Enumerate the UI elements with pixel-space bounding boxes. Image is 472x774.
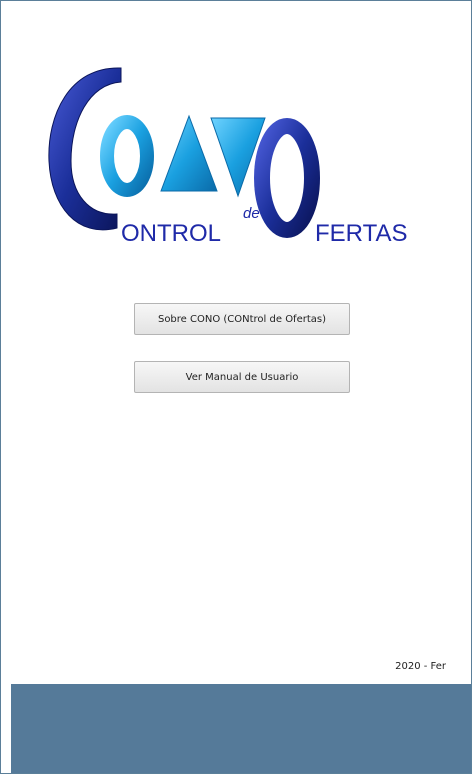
- app-window: ONTROL de FERTAS Sobre CONO (CONtrol de …: [0, 0, 472, 774]
- footer-credit: 2020 - Fer: [395, 661, 446, 672]
- about-button[interactable]: Sobre CONO (CONtrol de Ofertas): [134, 303, 350, 335]
- logo-text-ontrol: ONTROL: [121, 220, 221, 247]
- logo-text-de: de: [243, 205, 260, 222]
- user-manual-button[interactable]: Ver Manual de Usuario: [134, 361, 350, 393]
- cono-logo: ONTROL de FERTAS: [48, 67, 407, 247]
- logo-letter-o: [100, 115, 154, 197]
- logo-text-fertas: FERTAS: [315, 220, 407, 247]
- bottom-band: [11, 684, 471, 773]
- logo-letter-o-large: [254, 118, 320, 238]
- logo-triangle-up: [160, 114, 218, 192]
